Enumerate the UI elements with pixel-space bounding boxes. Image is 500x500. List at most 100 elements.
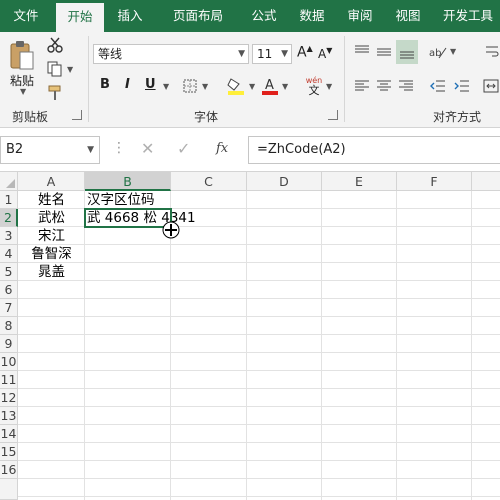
row-header[interactable]: 8	[0, 317, 18, 335]
row-header[interactable]: 1	[0, 191, 18, 209]
row-header[interactable]: 3	[0, 227, 18, 245]
column-header-a[interactable]: A	[18, 172, 85, 191]
cut-icon[interactable]	[46, 36, 64, 54]
tab-review[interactable]: 审阅	[336, 0, 384, 32]
tab-file[interactable]: 文件	[0, 0, 52, 32]
name-box[interactable]: B2 ▼	[0, 136, 100, 164]
row-header[interactable]: 16	[0, 461, 18, 479]
bold-button[interactable]: B	[100, 77, 110, 92]
align-bottom-icon[interactable]	[396, 40, 418, 64]
cell-a1[interactable]: 姓名	[18, 191, 85, 209]
gridline	[396, 191, 397, 500]
phonetic-dropdown-icon[interactable]: ▼	[326, 82, 332, 91]
gridline	[18, 442, 500, 443]
row-header[interactable]: 6	[0, 281, 18, 299]
font-name-select[interactable]: 等线 ▼	[93, 44, 249, 64]
select-all-button[interactable]	[0, 172, 18, 191]
row-header[interactable]: 14	[0, 425, 18, 443]
crosshair-cursor-icon	[162, 221, 180, 239]
gridline	[18, 298, 500, 299]
underline-dropdown-icon[interactable]: ▼	[163, 82, 169, 91]
font-color-icon[interactable]: A	[260, 76, 280, 96]
increase-indent-icon[interactable]	[452, 76, 472, 96]
tab-formulas[interactable]: 公式	[240, 0, 288, 32]
ribbon: 粘贴 ▼ ▼ 剪贴板 等线 ▼ 11 ▼ A▲ A▼ B I U ▼ ▼ ▼ A…	[0, 32, 500, 128]
wrap-text-icon[interactable]	[484, 42, 500, 62]
font-size-select[interactable]: 11 ▼	[252, 44, 292, 64]
row-header[interactable]: 10	[0, 353, 18, 371]
column-header-d[interactable]: D	[247, 172, 322, 191]
group-separator	[344, 36, 345, 122]
align-left-icon[interactable]	[352, 76, 372, 96]
copy-icon[interactable]	[46, 60, 64, 78]
row-header[interactable]: 4	[0, 245, 18, 263]
cancel-icon[interactable]: ✕	[141, 139, 154, 158]
column-header-e[interactable]: E	[322, 172, 397, 191]
border-icon[interactable]	[182, 78, 198, 94]
gridline	[18, 280, 500, 281]
row-header[interactable]: 15	[0, 443, 18, 461]
font-color-dropdown-icon[interactable]: ▼	[282, 82, 288, 91]
decrease-indent-icon[interactable]	[428, 76, 448, 96]
row-header[interactable]: 9	[0, 335, 18, 353]
paste-dropdown-icon[interactable]: ▼	[20, 87, 26, 96]
row-header-partial[interactable]	[0, 479, 18, 500]
worksheet-grid[interactable]: A B C D E F 1 2 3 4 5 6 7 8 9 10 11 12 1…	[0, 172, 500, 500]
fill-color-dropdown-icon[interactable]: ▼	[249, 82, 255, 91]
paste-icon[interactable]	[8, 38, 36, 72]
merge-center-icon[interactable]	[482, 76, 500, 96]
grow-font-button[interactable]: A▲	[297, 44, 313, 61]
align-top-icon[interactable]	[352, 42, 372, 62]
cell-a3[interactable]: 宋江	[18, 227, 85, 245]
column-header-f[interactable]: F	[397, 172, 472, 191]
tab-data[interactable]: 数据	[288, 0, 336, 32]
shrink-font-button[interactable]: A▼	[318, 46, 332, 61]
orientation-icon[interactable]: ab	[428, 42, 448, 62]
gridline	[18, 424, 500, 425]
corner-triangle-icon	[6, 179, 15, 188]
cell-a4[interactable]: 鲁智深	[18, 245, 85, 263]
format-painter-icon[interactable]	[46, 84, 64, 102]
tab-page-layout[interactable]: 页面布局	[158, 0, 238, 32]
font-size-value: 11	[257, 47, 273, 61]
chevron-down-icon: ▼	[281, 49, 288, 59]
row-header[interactable]: 7	[0, 299, 18, 317]
underline-button[interactable]: U	[145, 77, 156, 92]
active-cell-border	[84, 208, 172, 228]
tab-insert[interactable]: 插入	[106, 0, 154, 32]
cell-a5[interactable]: 晁盖	[18, 263, 85, 281]
tab-view[interactable]: 视图	[384, 0, 432, 32]
row-header[interactable]: 2	[0, 209, 18, 227]
orientation-dropdown-icon[interactable]: ▼	[450, 47, 456, 56]
row-header[interactable]: 5	[0, 263, 18, 281]
border-dropdown-icon[interactable]: ▼	[202, 82, 208, 91]
row-header[interactable]: 11	[0, 371, 18, 389]
align-center-icon[interactable]	[374, 76, 394, 96]
clipboard-launcher-icon[interactable]	[72, 110, 82, 120]
row-header[interactable]: 13	[0, 407, 18, 425]
copy-dropdown-icon[interactable]: ▼	[67, 65, 73, 74]
column-header-b[interactable]: B	[85, 172, 171, 191]
ribbon-tab-bar: 文件 开始 插入 页面布局 公式 数据 审阅 视图 开发工具	[0, 0, 500, 32]
phonetic-guide-icon[interactable]: wén 文	[303, 74, 325, 98]
italic-button[interactable]: I	[125, 77, 130, 92]
row-header[interactable]: 12	[0, 389, 18, 407]
tab-developer[interactable]: 开发工具	[436, 0, 500, 32]
gridline	[18, 460, 500, 461]
align-right-icon[interactable]	[396, 76, 416, 96]
more-options-icon[interactable]: ⋮	[112, 140, 126, 156]
tab-home[interactable]: 开始	[56, 3, 104, 32]
insert-function-icon[interactable]: fx	[216, 141, 228, 156]
cell-a2[interactable]: 武松	[18, 209, 85, 227]
gridline	[471, 191, 472, 500]
enter-icon[interactable]: ✓	[177, 139, 190, 158]
gridline	[18, 352, 500, 353]
formula-input[interactable]: =ZhCode(A2)	[248, 136, 500, 164]
align-middle-icon[interactable]	[374, 42, 394, 62]
fill-color-icon[interactable]	[226, 76, 246, 96]
gridline	[18, 316, 500, 317]
cell-b1[interactable]: 汉字区位码	[87, 191, 155, 209]
font-launcher-icon[interactable]	[328, 110, 338, 120]
column-header-partial[interactable]	[472, 172, 500, 191]
column-header-c[interactable]: C	[171, 172, 247, 191]
